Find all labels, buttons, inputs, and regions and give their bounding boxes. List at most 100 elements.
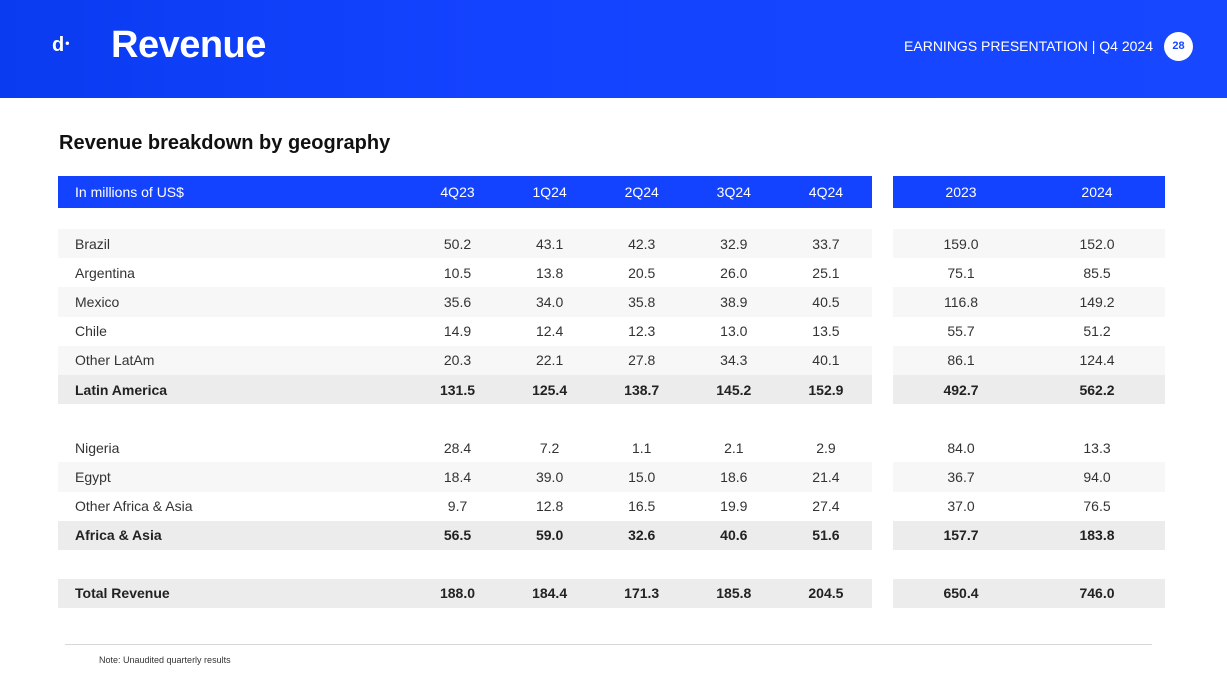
- cell-value: 39.0: [503, 462, 596, 492]
- table-row: Nigeria 28.4 7.2 1.1 2.1 2.9: [58, 433, 872, 462]
- cell-value: 145.2: [687, 374, 780, 405]
- table-row: 116.8 149.2: [893, 287, 1165, 317]
- cell-value: 13.3: [1083, 439, 1111, 456]
- cell-value: 152.9: [779, 374, 872, 405]
- cell-value: 16.5: [628, 498, 656, 515]
- cell-value: 171.3: [595, 578, 688, 609]
- table-row: Argentina 10.5 13.8 20.5 26.0 25.1: [58, 258, 872, 287]
- table-row: Mexico 35.6 34.0 35.8 38.9 40.5: [58, 287, 872, 317]
- cell-value: 18.6: [687, 462, 780, 492]
- cell-value: 76.5: [1083, 498, 1111, 515]
- table-row: Egypt 18.4 39.0 15.0 18.6 21.4: [58, 462, 872, 492]
- cell-value: 15.0: [595, 462, 688, 492]
- cell-value: 125.4: [503, 374, 596, 405]
- logo: d•: [52, 34, 70, 56]
- cell-value: 35.6: [411, 287, 504, 317]
- cell-value: 40.5: [779, 287, 872, 317]
- cell-value: 34.0: [503, 287, 596, 317]
- cell-value: 35.8: [595, 287, 688, 317]
- spacer-row: [58, 208, 872, 229]
- cell-value: 10.5: [443, 264, 472, 281]
- cell-value: 188.0: [411, 578, 504, 609]
- table-row: Africa & Asia 56.5 59.0 32.6 40.6 51.6: [58, 520, 872, 550]
- cell-value: 12.3: [628, 323, 656, 340]
- cell-value: 38.9: [687, 287, 780, 317]
- table-row: 157.7 183.8: [893, 520, 1165, 550]
- cell-value: 37.0: [947, 498, 975, 515]
- table-row: 37.0 76.5: [893, 492, 1165, 521]
- cell-value: 1.1: [631, 439, 652, 456]
- cell-value: 51.2: [1083, 323, 1111, 340]
- cell-value: 55.7: [947, 323, 975, 340]
- table-title: Revenue breakdown by geography: [59, 132, 391, 154]
- cell-value: 56.5: [411, 520, 504, 550]
- header-bar: d• Revenue EARNINGS PRESENTATION | Q4 20…: [0, 0, 1227, 98]
- cell-value: 9.7: [447, 498, 468, 515]
- col-header: 1Q24: [503, 176, 596, 208]
- cell-value: 157.7: [893, 520, 1029, 550]
- cell-value: 185.8: [687, 578, 780, 609]
- presentation-label: EARNINGS PRESENTATION | Q4 2024: [904, 38, 1153, 54]
- table-header-row: 2023 2024: [893, 176, 1165, 208]
- row-label: Other Africa & Asia: [75, 498, 193, 515]
- spacer-row: [893, 550, 1165, 579]
- cell-value: 13.8: [535, 264, 564, 281]
- unit-label: In millions of US$: [58, 176, 412, 208]
- cell-value: 26.0: [720, 264, 748, 281]
- cell-value: 204.5: [779, 578, 872, 609]
- cell-value: 42.3: [595, 229, 688, 259]
- table-row: 36.7 94.0: [893, 462, 1165, 492]
- cell-value: 75.1: [947, 264, 975, 281]
- cell-value: 85.5: [1083, 264, 1111, 281]
- table-row: Total Revenue 188.0 184.4 171.3 185.8 204.5: [58, 578, 872, 609]
- table-row: 75.1 85.5: [893, 258, 1165, 287]
- cell-value: 94.0: [1029, 462, 1165, 492]
- cell-value: 7.2: [539, 439, 560, 456]
- table-row: 492.7 562.2: [893, 374, 1165, 405]
- table-row: Chile 14.9 12.4 12.3 13.0 13.5: [58, 317, 872, 346]
- cell-value: 32.9: [687, 229, 780, 259]
- cell-value: 12.4: [535, 323, 564, 340]
- table-header-row: In millions of US$ 4Q23 1Q24 2Q24 3Q24 4…: [58, 176, 872, 208]
- col-header: 2023: [893, 176, 1029, 208]
- spacer-row: [58, 550, 872, 579]
- col-header: 4Q23: [411, 176, 504, 208]
- cell-value: 18.4: [411, 462, 504, 492]
- row-label: Egypt: [58, 462, 412, 492]
- spacer-row: [893, 404, 1165, 433]
- row-label: Nigeria: [75, 439, 120, 456]
- cell-value: 51.6: [779, 520, 872, 550]
- cell-value: 33.7: [779, 229, 872, 259]
- cell-value: 159.0: [893, 229, 1029, 259]
- cell-value: 124.4: [1029, 345, 1165, 375]
- cell-value: 184.4: [503, 578, 596, 609]
- cell-value: 20.3: [411, 345, 504, 375]
- footer-divider: [65, 644, 1152, 645]
- cell-value: 25.1: [812, 264, 840, 281]
- cell-value: 14.9: [443, 323, 472, 340]
- cell-value: 138.7: [595, 374, 688, 405]
- cell-value: 50.2: [411, 229, 504, 259]
- footnote: Note: Unaudited quarterly results: [99, 655, 231, 665]
- col-header: 2Q24: [595, 176, 688, 208]
- cell-value: 116.8: [893, 287, 1029, 317]
- cell-value: 492.7: [893, 374, 1029, 405]
- row-label: Total Revenue: [58, 578, 412, 609]
- col-header: 4Q24: [779, 176, 872, 208]
- spacer-row: [893, 208, 1165, 229]
- row-label: Chile: [75, 323, 107, 340]
- cell-value: 36.7: [893, 462, 1029, 492]
- table-row: 84.0 13.3: [893, 433, 1165, 462]
- cell-value: 131.5: [411, 374, 504, 405]
- cell-value: 2.9: [816, 439, 836, 456]
- table-row: Other LatAm 20.3 22.1 27.8 34.3 40.1: [58, 345, 872, 375]
- table-row: Brazil 50.2 43.1 42.3 32.9 33.7: [58, 229, 872, 259]
- cell-value: 650.4: [893, 578, 1029, 609]
- row-label: Latin America: [58, 374, 412, 405]
- cell-value: 183.8: [1029, 520, 1165, 550]
- cell-value: 34.3: [687, 345, 780, 375]
- cell-value: 20.5: [628, 264, 656, 281]
- table-row: 650.4 746.0: [893, 578, 1165, 609]
- row-label: Mexico: [58, 287, 412, 317]
- cell-value: 152.0: [1029, 229, 1165, 259]
